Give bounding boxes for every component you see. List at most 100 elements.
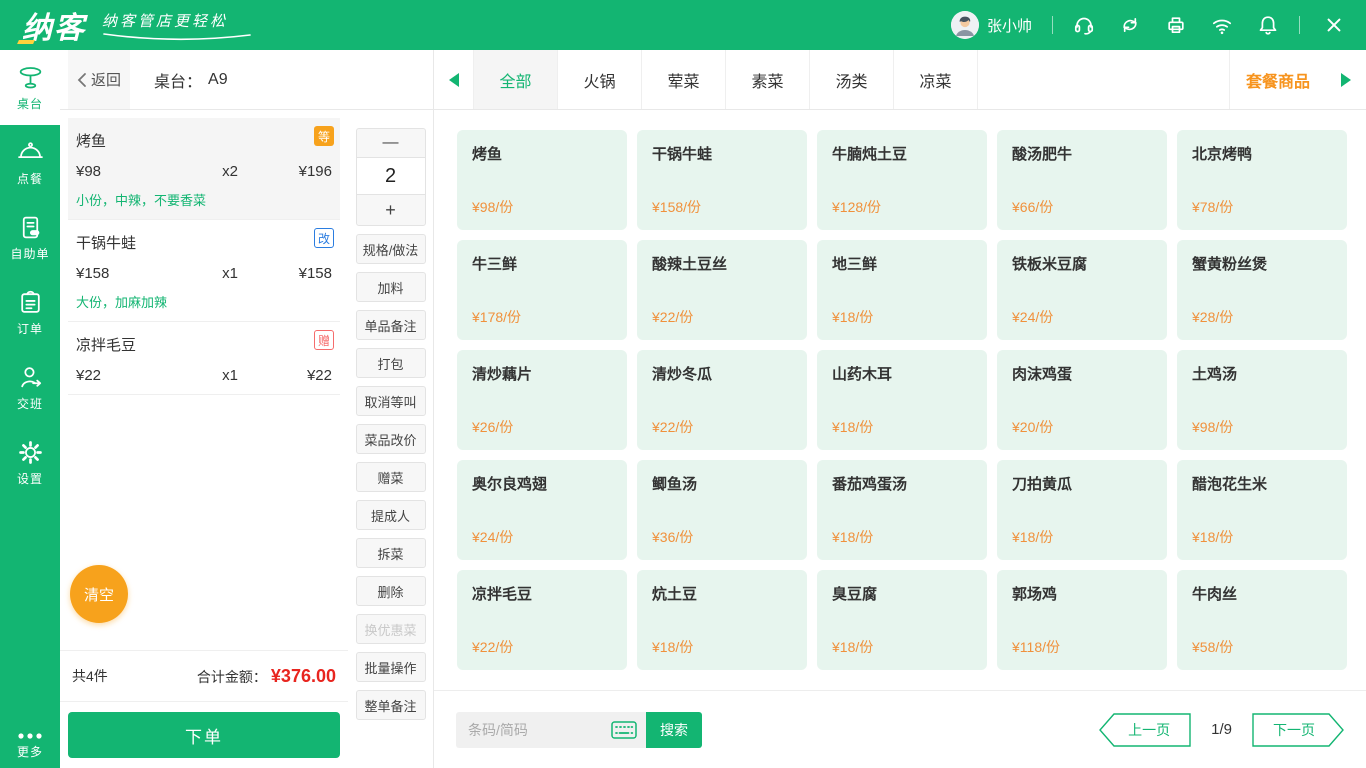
action-button[interactable]: 赠菜 <box>356 462 426 492</box>
next-page-label: 下一页 <box>1252 713 1344 747</box>
sidebar-item-settings[interactable]: 设置 <box>0 425 60 500</box>
menu-grid: 烤鱼¥98/份干锅牛蛙¥158/份牛腩炖土豆¥128/份酸汤肥牛¥66/份北京烤… <box>457 130 1366 670</box>
menu-item-card[interactable]: 地三鲜¥18/份 <box>817 240 987 340</box>
clear-order-button[interactable]: 清空 <box>70 565 128 623</box>
back-label: 返回 <box>91 69 121 90</box>
action-button[interactable]: 提成人 <box>356 500 426 530</box>
sidebar-item-more[interactable]: 更多 <box>0 731 60 760</box>
menu-item-card[interactable]: 肉沫鸡蛋¥20/份 <box>997 350 1167 450</box>
tab-combo-products[interactable]: 套餐商品 <box>1229 50 1326 109</box>
topbar-divider <box>1052 16 1053 34</box>
next-page-button[interactable]: 下一页 <box>1252 713 1344 747</box>
menu-item-name: 郭场鸡 <box>1012 583 1152 604</box>
category-tab[interactable]: 荤菜 <box>641 50 726 109</box>
footer-bar: 搜索 上一页 1/9 下一页 <box>434 690 1366 768</box>
topbar: 纳客 纳客管店更轻松 张小帅 <box>0 0 1366 50</box>
menu-item-card[interactable]: 郭场鸡¥118/份 <box>997 570 1167 670</box>
menu-item-card[interactable]: 牛腩炖土豆¥128/份 <box>817 130 987 230</box>
printer-icon[interactable] <box>1165 14 1187 36</box>
tabs-scroll-left-icon[interactable] <box>434 50 474 109</box>
submit-order-button[interactable]: 下单 <box>68 712 340 758</box>
menu-item-price: ¥58/份 <box>1192 637 1332 657</box>
menu-item-card[interactable]: 清炒藕片¥26/份 <box>457 350 627 450</box>
order-item[interactable]: 凉拌毛豆赠¥22x1¥22 <box>68 322 340 395</box>
barcode-search-input[interactable] <box>456 712 602 748</box>
menu-item-card[interactable]: 奥尔良鸡翅¥24/份 <box>457 460 627 560</box>
action-button: 换优惠菜 <box>356 614 426 644</box>
action-button[interactable]: 菜品改价 <box>356 424 426 454</box>
action-button[interactable]: 打包 <box>356 348 426 378</box>
menu-item-card[interactable]: 牛三鲜¥178/份 <box>457 240 627 340</box>
action-button[interactable]: 整单备注 <box>356 690 426 720</box>
menu-item-card[interactable]: 醋泡花生米¥18/份 <box>1177 460 1347 560</box>
chevron-left-icon <box>77 72 87 88</box>
cloud-sync-icon[interactable] <box>1119 14 1141 36</box>
sidebar-item-label: 点餐 <box>17 170 43 187</box>
menu-item-card[interactable]: 铁板米豆腐¥24/份 <box>997 240 1167 340</box>
menu-item-card[interactable]: 臭豆腐¥18/份 <box>817 570 987 670</box>
menu-item-card[interactable]: 凉拌毛豆¥22/份 <box>457 570 627 670</box>
category-tab[interactable]: 素菜 <box>725 50 810 109</box>
category-tab[interactable]: 火锅 <box>557 50 642 109</box>
menu-item-card[interactable]: 牛肉丝¥58/份 <box>1177 570 1347 670</box>
category-tab[interactable]: 凉菜 <box>893 50 978 109</box>
topbar-icons <box>1073 14 1279 36</box>
action-button[interactable]: 取消等叫 <box>356 386 426 416</box>
category-tab[interactable]: 汤类 <box>809 50 894 109</box>
menu-item-card[interactable]: 蟹黄粉丝煲¥28/份 <box>1177 240 1347 340</box>
order-item[interactable]: 烤鱼等¥98x2¥196小份，中辣，不要香菜 <box>68 118 340 220</box>
prev-page-button[interactable]: 上一页 <box>1099 713 1191 747</box>
wifi-icon[interactable] <box>1211 14 1233 36</box>
category-tab[interactable]: 全部 <box>473 50 558 109</box>
menu-item-name: 牛三鲜 <box>472 253 612 274</box>
menu-item-card[interactable]: 烤鱼¥98/份 <box>457 130 627 230</box>
menu-item-card[interactable]: 鲫鱼汤¥36/份 <box>637 460 807 560</box>
bell-icon[interactable] <box>1257 14 1279 36</box>
menu-item-card[interactable]: 番茄鸡蛋汤¥18/份 <box>817 460 987 560</box>
menu-item-name: 炕土豆 <box>652 583 792 604</box>
qty-minus-button[interactable]: — <box>356 128 426 158</box>
sidebar-item-tables[interactable]: 桌台 <box>0 50 60 125</box>
menu-item-card[interactable]: 土鸡汤¥98/份 <box>1177 350 1347 450</box>
menu-item-name: 奥尔良鸡翅 <box>472 473 612 494</box>
sidebar-item-orders[interactable]: 订单 <box>0 275 60 350</box>
menu-item-name: 牛腩炖土豆 <box>832 143 972 164</box>
sidebar-item-ordering[interactable]: 点餐 <box>0 125 60 200</box>
sidebar-item-label: 更多 <box>17 743 43 760</box>
slogan-underline <box>102 33 252 41</box>
sidebar-item-self-order[interactable]: 自助单 <box>0 200 60 275</box>
item-actions-column: — 2 + 规格/做法加料单品备注打包取消等叫菜品改价赠菜提成人拆菜删除换优惠菜… <box>348 110 433 768</box>
cloche-icon <box>17 139 44 166</box>
close-icon[interactable] <box>1324 15 1344 35</box>
menu-item-card[interactable]: 炕土豆¥18/份 <box>637 570 807 670</box>
action-button[interactable]: 单品备注 <box>356 310 426 340</box>
action-button[interactable]: 拆菜 <box>356 538 426 568</box>
user-chip[interactable]: 张小帅 <box>951 11 1032 39</box>
action-button[interactable]: 加料 <box>356 272 426 302</box>
menu-item-card[interactable]: 酸辣土豆丝¥22/份 <box>637 240 807 340</box>
menu-item-card[interactable]: 刀拍黄瓜¥18/份 <box>997 460 1167 560</box>
menu-item-name: 番茄鸡蛋汤 <box>832 473 972 494</box>
gear-icon <box>17 439 44 466</box>
menu-item-card[interactable]: 山药木耳¥18/份 <box>817 350 987 450</box>
menu-item-name: 肉沫鸡蛋 <box>1012 363 1152 384</box>
order-item-qty: x1 <box>200 265 260 282</box>
action-buttons: 规格/做法加料单品备注打包取消等叫菜品改价赠菜提成人拆菜删除换优惠菜批量操作整单… <box>356 234 426 720</box>
order-item[interactable]: 干锅牛蛙改¥158x1¥158大份，加麻加辣 <box>68 220 340 322</box>
order-item-total: ¥22 <box>260 367 332 384</box>
keyboard-icon[interactable] <box>602 712 646 748</box>
menu-item-card[interactable]: 酸汤肥牛¥66/份 <box>997 130 1167 230</box>
search-button[interactable]: 搜索 <box>646 712 702 748</box>
tabs-scroll-right-icon[interactable] <box>1326 50 1366 109</box>
sidebar-item-shift[interactable]: 交班 <box>0 350 60 425</box>
menu-item-card[interactable]: 干锅牛蛙¥158/份 <box>637 130 807 230</box>
menu-item-card[interactable]: 北京烤鸭¥78/份 <box>1177 130 1347 230</box>
action-button[interactable]: 批量操作 <box>356 652 426 682</box>
action-button[interactable]: 删除 <box>356 576 426 606</box>
headset-icon[interactable] <box>1073 14 1095 36</box>
back-button[interactable]: 返回 <box>68 50 130 109</box>
menu-item-card[interactable]: 清炒冬瓜¥22/份 <box>637 350 807 450</box>
qty-plus-button[interactable]: + <box>356 194 426 226</box>
order-item-price: ¥98 <box>76 163 200 180</box>
action-button[interactable]: 规格/做法 <box>356 234 426 264</box>
